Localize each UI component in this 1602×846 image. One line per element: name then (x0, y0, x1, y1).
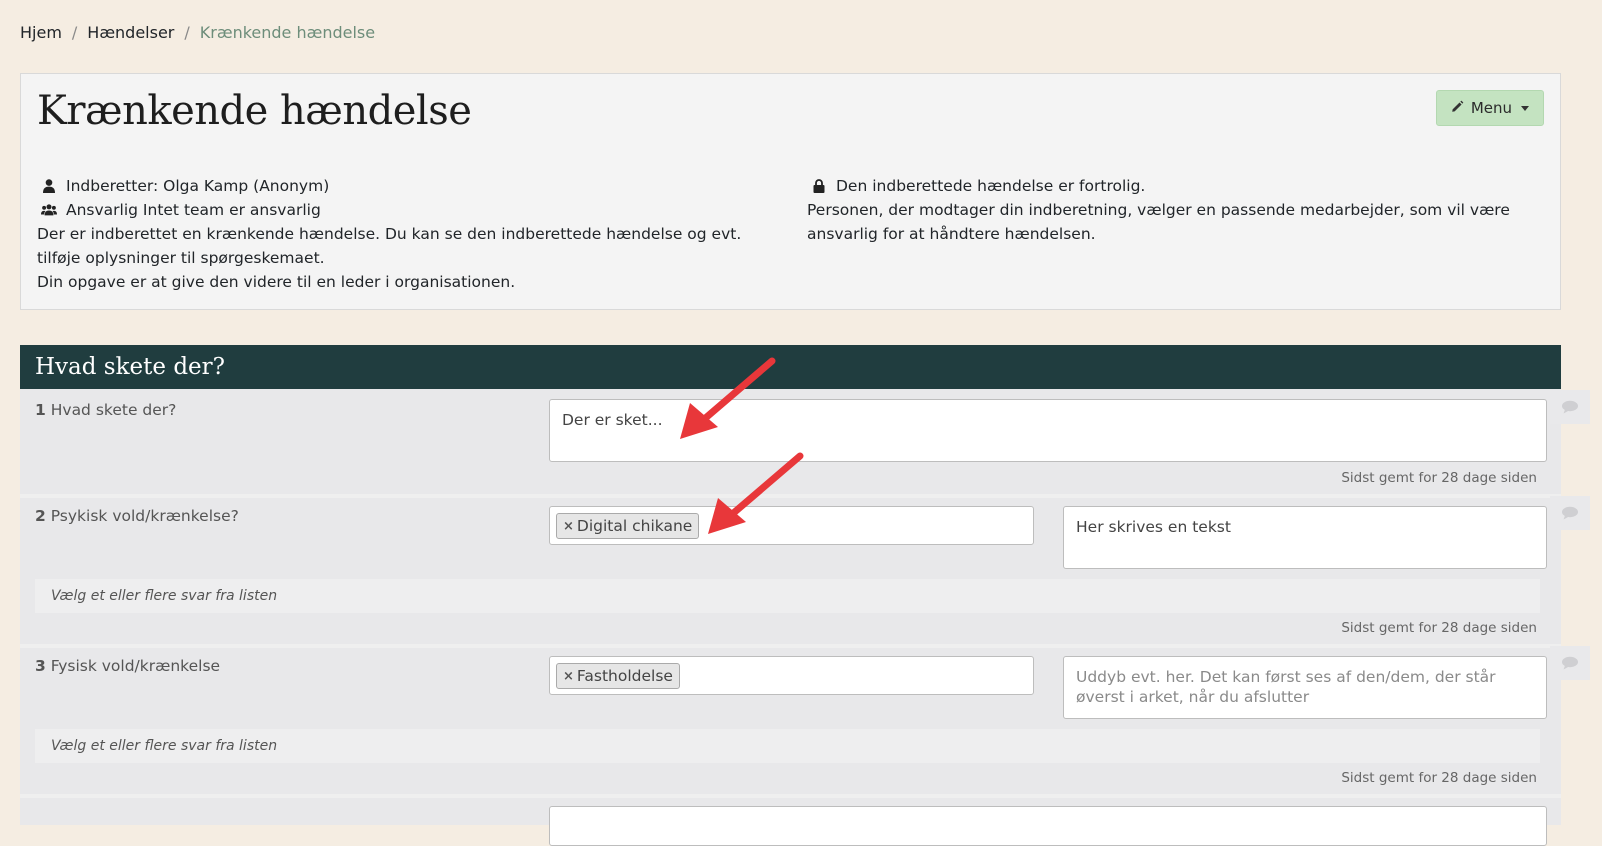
questionnaire-section: Hvad skete der? 1 Hvad skete der? Der er… (20, 345, 1561, 846)
last-saved-text: Sidst gemt for 28 dage siden (1341, 620, 1537, 636)
selected-tag: × Digital chikane (556, 513, 700, 539)
question-4-field[interactable] (549, 806, 1547, 846)
select-hint: Vælg et eller flere svar fra listen (35, 579, 1540, 613)
annotation-arrow (680, 357, 776, 439)
annotation-arrow (708, 452, 804, 534)
comment-icon[interactable] (1550, 496, 1590, 530)
question-1-label: 1 Hvad skete der? (35, 401, 177, 419)
menu-button-label: Menu (1470, 99, 1512, 117)
section-title: Hvad skete der? (20, 345, 1561, 389)
question-3-textarea[interactable]: Uddyb evt. her. Det kan først ses af den… (1063, 656, 1547, 719)
last-saved-text: Sidst gemt for 28 dage siden (1341, 770, 1537, 786)
menu-button[interactable]: Menu (1435, 90, 1544, 126)
remove-tag-icon[interactable]: × (563, 669, 574, 684)
question-3-label: 3 Fysisk vold/krænkelse (35, 657, 221, 675)
breadcrumb-separator: / (71, 23, 78, 42)
divider (20, 794, 1561, 798)
reporter-info: Indberetter: Olga Kamp (Anonym) Ansvarli… (37, 174, 777, 294)
breadcrumb-current: Krænkende hændelse (199, 23, 376, 42)
description-text: Der er indberettet en krænkende hændelse… (37, 225, 742, 267)
breadcrumb-events-link[interactable]: Hændelser (87, 23, 174, 42)
confidential-text: Den indberettede hændelse er fortrolig. (836, 177, 1146, 195)
comment-icon[interactable] (1550, 646, 1590, 680)
confidential-info-text: Personen, der modtager din indberetning,… (807, 201, 1510, 243)
page-title: Krænkende hændelse (37, 88, 472, 134)
select-hint: Vælg et eller flere svar fra listen (35, 729, 1540, 763)
breadcrumb-home-link[interactable]: Hjem (20, 23, 62, 42)
pencil-icon (1451, 99, 1464, 117)
divider (20, 644, 1561, 648)
responsible-text: Ansvarlig Intet team er ansvarlig (66, 201, 321, 219)
last-saved-text: Sidst gemt for 28 dage siden (1341, 470, 1537, 486)
question-2-label: 2 Psykisk vold/krænkelse? (35, 507, 239, 525)
confidentiality-info: Den indberettede hændelse er fortrolig. … (807, 174, 1527, 246)
incident-header-card: Krænkende hændelse Menu Indberetter: Olg… (20, 73, 1561, 310)
lock-icon (811, 179, 827, 193)
question-2-textarea[interactable]: Her skrives en tekst (1063, 506, 1547, 569)
reporter-text: Indberetter: Olga Kamp (Anonym) (66, 177, 330, 195)
remove-tag-icon[interactable]: × (563, 519, 574, 534)
user-icon (41, 179, 57, 193)
chevron-down-icon (1521, 105, 1529, 111)
selected-tag: × Fastholdelse (556, 663, 680, 689)
breadcrumb-separator: / (184, 23, 190, 42)
users-icon (41, 203, 57, 217)
comment-icon[interactable] (1550, 390, 1590, 424)
breadcrumb: Hjem / Hændelser / Krænkende hændelse (20, 23, 375, 42)
task-text: Din opgave er at give den videre til en … (37, 273, 516, 291)
question-3-select[interactable]: × Fastholdelse (549, 656, 1034, 695)
